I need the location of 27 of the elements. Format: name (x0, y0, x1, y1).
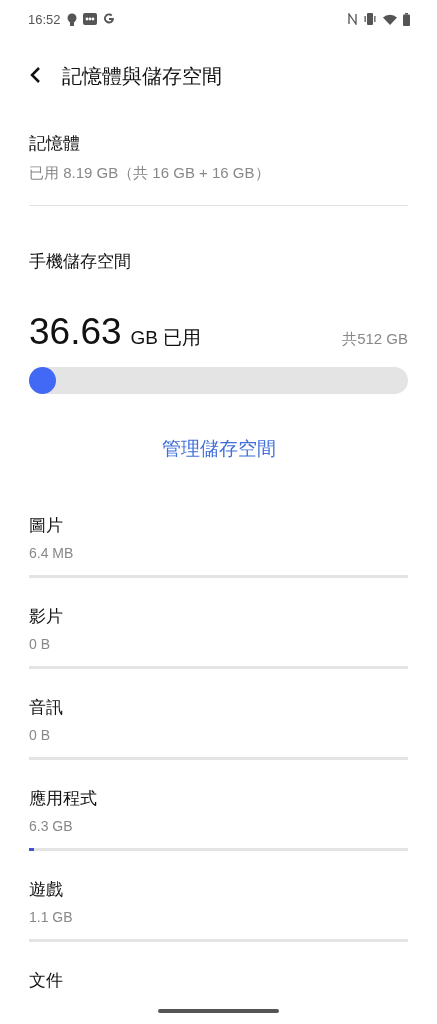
used-amount: 36.63 (29, 311, 122, 353)
lightbulb-icon (66, 12, 77, 26)
total-capacity: 共512 GB (342, 330, 408, 349)
category-name: 影片 (29, 606, 64, 628)
category-name: 音訊 (29, 697, 64, 719)
category-size: 6.3 GB (29, 818, 74, 834)
message-icon (82, 13, 97, 25)
used-label: GB 已用 (130, 326, 202, 350)
category-name: 遊戲 (29, 879, 64, 901)
category-name: 圖片 (29, 515, 64, 537)
category-size: 0 B (29, 636, 51, 652)
google-icon (102, 13, 115, 25)
memory-title: 記憶體 (29, 133, 81, 155)
battery-icon (403, 12, 410, 26)
memory-usage: 已用 8.19 GB（共 16 GB + 16 GB） (29, 164, 271, 183)
page-title: 記憶體與儲存空間 (62, 63, 222, 89)
nfc-icon (348, 13, 357, 25)
category-name: 應用程式 (29, 788, 98, 810)
storage-title: 手機儲存空間 (29, 251, 132, 273)
vibrate-icon (363, 13, 377, 25)
category-size: 1.1 GB (29, 909, 74, 925)
category-size: 6.4 MB (29, 545, 75, 561)
category-name: 文件 (29, 970, 64, 992)
manage-storage-link[interactable]: 管理儲存空間 (161, 436, 276, 462)
clock: 16:52 (28, 11, 61, 27)
wifi-icon (383, 13, 397, 25)
category-size: 0 B (29, 727, 51, 743)
